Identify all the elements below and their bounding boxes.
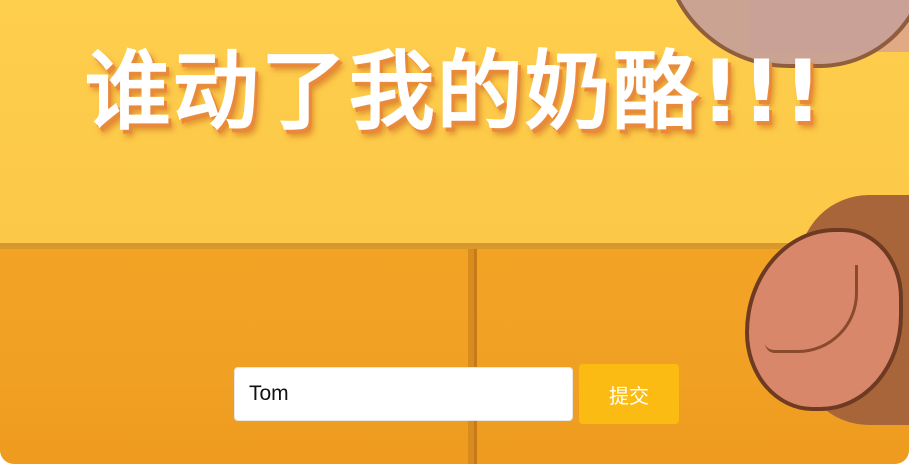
name-input[interactable] <box>234 367 573 421</box>
page-headline: 谁动了我的奶酪!!! <box>84 42 825 142</box>
cheese-page: 谁动了我的奶酪!!! 提交 <box>0 0 909 464</box>
submit-button[interactable]: 提交 <box>579 364 679 424</box>
name-form: 提交 <box>234 364 679 424</box>
drawer-panel-left <box>0 249 471 464</box>
